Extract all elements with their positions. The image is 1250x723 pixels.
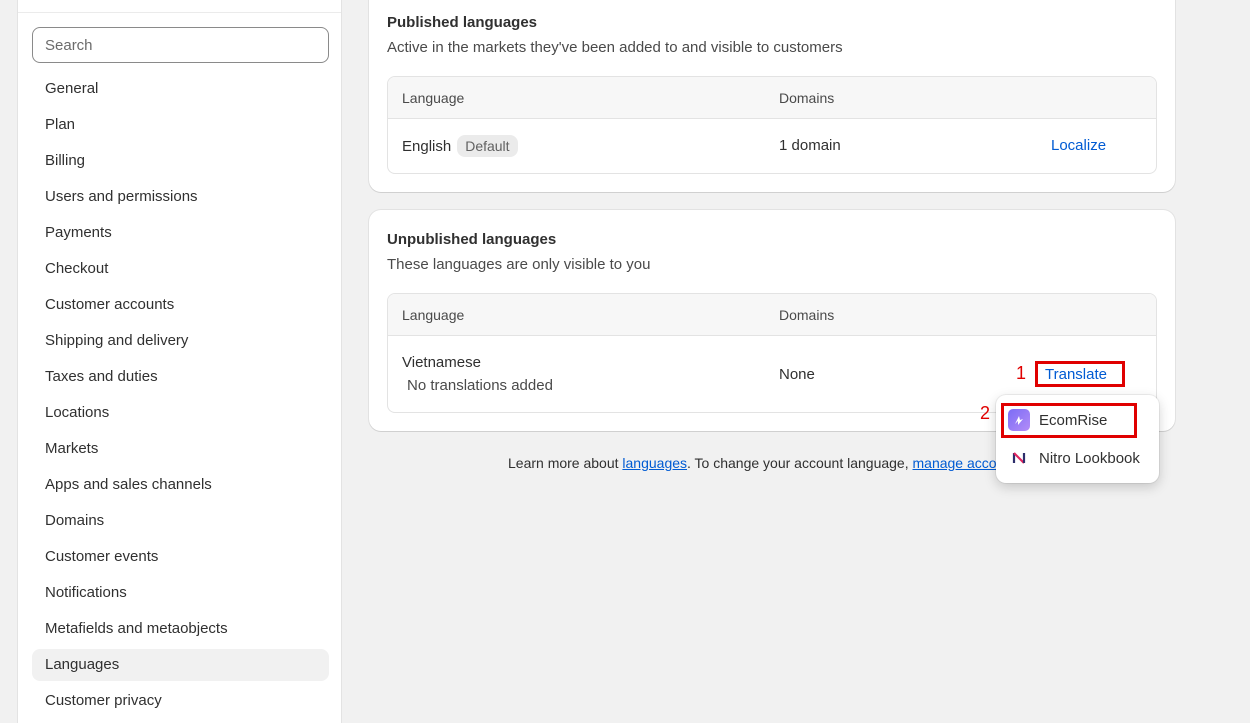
default-badge: Default xyxy=(457,135,518,157)
localize-button[interactable]: Localize xyxy=(1051,137,1106,154)
sidebar-item-apps-and-sales-channels[interactable]: Apps and sales channels xyxy=(32,469,329,501)
sidebar-item-domains[interactable]: Domains xyxy=(32,505,329,537)
languages-help-link[interactable]: languages xyxy=(622,455,687,471)
annotation-step-2: 2 xyxy=(980,403,991,423)
annotation-highlight-translate xyxy=(1035,361,1125,387)
sidebar-item-customer-accounts[interactable]: Customer accounts xyxy=(32,289,329,321)
language-name: Vietnamese xyxy=(402,354,481,371)
column-header-language: Language xyxy=(402,90,465,106)
help-text-prefix: Learn more about xyxy=(508,455,623,471)
unpublished-languages-title: Unpublished languages xyxy=(387,231,557,248)
annotation-step-1: 1 xyxy=(1016,363,1027,383)
annotation-highlight-ecomrise xyxy=(1001,403,1137,438)
published-languages-subtitle: Active in the markets they've been added… xyxy=(387,39,843,56)
sidebar-item-billing[interactable]: Billing xyxy=(32,145,329,177)
sidebar-item-general[interactable]: General xyxy=(32,73,329,105)
column-header-language: Language xyxy=(402,307,465,323)
sidebar-item-customer-events[interactable]: Customer events xyxy=(32,541,329,573)
sidebar-item-users-and-permissions[interactable]: Users and permissions xyxy=(32,181,329,213)
menu-item-nitro-lookbook[interactable]: Nitro Lookbook xyxy=(1008,444,1140,472)
published-languages-table: Language Domains English Default 1 domai… xyxy=(387,76,1157,174)
help-text: Learn more about languages. To change yo… xyxy=(508,455,1000,471)
settings-sidebar: General Plan Billing Users and permissio… xyxy=(17,0,342,723)
manage-account-link[interactable]: manage account xyxy=(913,455,1001,471)
published-languages-card: Published languages Active in the market… xyxy=(369,0,1175,192)
table-header: Language Domains xyxy=(388,77,1156,119)
domains-value: 1 domain xyxy=(779,137,841,154)
column-header-domains: Domains xyxy=(779,307,835,323)
help-text-middle: . To change your account language, xyxy=(687,455,913,471)
sidebar-item-shipping-and-delivery[interactable]: Shipping and delivery xyxy=(32,325,329,357)
language-name: English xyxy=(402,137,452,155)
table-row: English Default 1 domain Localize xyxy=(388,119,1156,173)
menu-item-label: Nitro Lookbook xyxy=(1039,449,1140,467)
sidebar-item-locations[interactable]: Locations xyxy=(32,397,329,429)
column-header-domains: Domains xyxy=(779,90,835,106)
sidebar-item-markets[interactable]: Markets xyxy=(32,433,329,465)
sidebar-item-customer-privacy[interactable]: Customer privacy xyxy=(32,685,329,717)
translation-status: No translations added xyxy=(407,377,553,394)
table-header: Language Domains xyxy=(388,294,1156,336)
unpublished-languages-subtitle: These languages are only visible to you xyxy=(387,256,651,273)
settings-nav: General Plan Billing Users and permissio… xyxy=(32,73,329,721)
sidebar-item-taxes-and-duties[interactable]: Taxes and duties xyxy=(32,361,329,393)
sidebar-item-checkout[interactable]: Checkout xyxy=(32,253,329,285)
sidebar-header-divider xyxy=(18,0,341,13)
sidebar-item-languages[interactable]: Languages xyxy=(32,649,329,681)
sidebar-item-notifications[interactable]: Notifications xyxy=(32,577,329,609)
search-input[interactable] xyxy=(32,27,329,63)
sidebar-item-payments[interactable]: Payments xyxy=(32,217,329,249)
sidebar-item-metafields-and-metaobjects[interactable]: Metafields and metaobjects xyxy=(32,613,329,645)
published-languages-title: Published languages xyxy=(387,14,538,31)
nitro-lookbook-app-icon xyxy=(1008,447,1030,469)
domains-value: None xyxy=(779,366,815,383)
sidebar-item-plan[interactable]: Plan xyxy=(32,109,329,141)
